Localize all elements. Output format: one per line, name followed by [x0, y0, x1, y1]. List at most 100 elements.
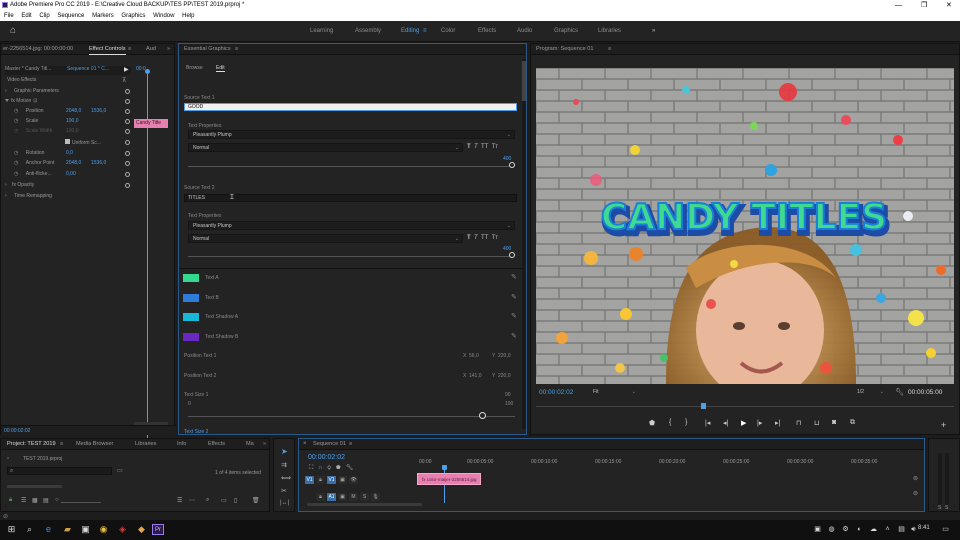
workspace-effects[interactable]: Effects: [478, 28, 496, 34]
color-swatch-text-a[interactable]: [183, 274, 199, 282]
add-marker-icon[interactable]: ⬟: [336, 465, 341, 471]
snap-icon[interactable]: ∩: [318, 465, 322, 471]
new-bin-from-search-icon[interactable]: ▭: [117, 467, 123, 474]
ec-row-scale-width[interactable]: ◷ Scale Width 100,0: [14, 128, 133, 134]
network-icon[interactable]: ▤: [896, 524, 907, 535]
close-icon[interactable]: ×: [303, 439, 307, 450]
add-marker-icon[interactable]: ⬟: [649, 419, 655, 427]
notifications-icon[interactable]: ▭: [940, 524, 951, 535]
tray-chevron-icon[interactable]: ˄: [882, 524, 893, 535]
linked-selection-icon[interactable]: ⚲: [328, 465, 331, 471]
mark-in-icon[interactable]: {: [669, 419, 671, 426]
sequence-tab[interactable]: Sequence 01: [313, 439, 346, 450]
sort-icon[interactable]: ☰: [177, 497, 182, 504]
minimize-icon[interactable]: —: [895, 0, 902, 11]
timeline-clip[interactable]: fx color-maijer-2256514.jpg: [417, 473, 481, 485]
workspace-editing[interactable]: Editing: [401, 28, 419, 34]
store-icon[interactable]: ▣: [80, 524, 91, 535]
sync-lock-icon[interactable]: ▣: [338, 493, 347, 501]
play-icon[interactable]: ▶: [741, 419, 746, 427]
ec-row-motion[interactable]: fx Motion ⊡: [5, 98, 133, 104]
ec-value[interactable]: 0,0: [66, 150, 73, 156]
export-frame-icon[interactable]: ◙: [832, 419, 836, 426]
motion-transform-icon[interactable]: ⊡: [33, 98, 37, 104]
lock-track-icon[interactable]: 🔒︎: [316, 476, 325, 484]
menu-markers[interactable]: Markers: [92, 13, 114, 19]
workspace-assembly[interactable]: Assembly: [355, 28, 381, 34]
ec-row-scale[interactable]: ◷ Scale 100,0: [14, 118, 133, 124]
ec-row-time-remapping[interactable]: › Time Remapping: [5, 193, 133, 199]
icon-view-icon[interactable]: ▦: [32, 497, 38, 504]
timeline-zoom-scrollbar[interactable]: [307, 503, 422, 506]
windows-start-icon[interactable]: ⊞: [6, 524, 17, 535]
effect-controls-tab[interactable]: Effect Controls: [89, 44, 126, 55]
freeform-view-icon[interactable]: ▤: [43, 497, 49, 504]
step-forward-icon[interactable]: |▸: [757, 419, 762, 427]
program-video-frame[interactable]: CANDY TITLES CANDY TITLES: [536, 68, 954, 384]
solo-button[interactable]: S: [360, 493, 369, 501]
mute-button[interactable]: M: [349, 493, 358, 501]
project-scrollbar[interactable]: [7, 485, 62, 488]
ec-row-position[interactable]: ◷ Position 2048,0 1536,0: [14, 108, 133, 114]
tray-icon[interactable]: ☁︎: [868, 524, 879, 535]
meter-solo-right[interactable]: S: [945, 505, 948, 511]
menu-edit[interactable]: Edit: [21, 13, 31, 19]
reset-icon[interactable]: [125, 99, 130, 104]
eg-scrollbar-thumb[interactable]: [522, 61, 526, 101]
italic-button[interactable]: T: [474, 235, 478, 241]
program-timecode[interactable]: 00:00:02:02: [539, 389, 573, 396]
program-playhead[interactable]: [701, 403, 707, 409]
font-dropdown-1[interactable]: Pleasantly Plump ⌄: [188, 130, 515, 139]
text-size-1-value[interactable]: 90: [505, 392, 511, 398]
project-menu-icon[interactable]: ≡: [60, 439, 63, 450]
bold-button[interactable]: T: [467, 144, 471, 150]
stopwatch-icon[interactable]: ◷: [14, 118, 18, 124]
list-view-icon[interactable]: ☰: [21, 497, 26, 504]
app-icon-red[interactable]: ◈: [117, 524, 128, 535]
font-style-dropdown-1[interactable]: Normal ⌄: [188, 143, 463, 152]
ec-value[interactable]: 0,00: [66, 171, 76, 177]
stopwatch-icon[interactable]: ◷: [14, 108, 18, 114]
voice-over-mic-icon[interactable]: 🎙︎: [371, 493, 380, 501]
eyedropper-icon[interactable]: ✎: [511, 313, 517, 320]
new-item-icon[interactable]: ▯: [234, 497, 237, 504]
position-x-value[interactable]: 141,0: [469, 373, 482, 379]
source-tab[interactable]: er-2256514.jpg: 00:00:00:00: [3, 44, 73, 55]
maximize-icon[interactable]: ❐: [921, 0, 927, 11]
step-back-icon[interactable]: ◂|: [723, 419, 728, 427]
program-menu-icon[interactable]: ≡: [608, 44, 611, 55]
color-swatch-text-shadow-a[interactable]: [183, 313, 199, 321]
reset-icon[interactable]: [125, 129, 130, 134]
track-target-a1[interactable]: A1: [327, 493, 336, 501]
ec-section-up-icon[interactable]: ⊼: [122, 77, 126, 84]
position-y-value[interactable]: 220,0: [498, 373, 511, 379]
text-size-1-slider[interactable]: [188, 416, 515, 417]
sync-lock-icon[interactable]: ▣: [338, 476, 347, 484]
eg-menu-icon[interactable]: ≡: [235, 44, 238, 55]
menu-window[interactable]: Window: [153, 13, 174, 19]
resolution-dropdown[interactable]: 1/2 ⌄: [853, 388, 887, 397]
wrench-icon[interactable]: 🔧︎: [895, 388, 904, 396]
new-bin-icon[interactable]: ▭: [221, 497, 227, 504]
position-x-value[interactable]: 56,0: [469, 353, 479, 359]
timeline-menu-icon[interactable]: ≡: [349, 439, 352, 450]
reset-icon[interactable]: [125, 109, 130, 114]
font-size-2-slider[interactable]: [188, 256, 512, 257]
stopwatch-icon[interactable]: ◷: [14, 150, 18, 156]
slip-tool-icon[interactable]: |↔|: [280, 500, 289, 506]
zoom-slider-knob[interactable]: ○: [55, 497, 59, 503]
font-size-1-value[interactable]: 400: [503, 156, 511, 162]
tab-browse[interactable]: Browse: [186, 65, 203, 71]
project-file-name[interactable]: TEST 2019.prproj: [23, 456, 62, 462]
ec-value[interactable]: 2048,0: [66, 108, 81, 114]
toggle-output-eye-icon[interactable]: 👁︎: [349, 476, 358, 484]
lock-icon[interactable]: 🔒︎: [9, 497, 12, 504]
ec-row-anti-flicker[interactable]: ◷ Anti-flicke... 0,00: [14, 171, 133, 177]
trash-icon[interactable]: 🗑︎: [252, 497, 260, 504]
stopwatch-icon[interactable]: ◷: [14, 128, 18, 134]
project-search-input[interactable]: ⌕: [7, 467, 112, 475]
ec-clip-bar[interactable]: Candy Title: [134, 119, 168, 128]
eyedropper-icon[interactable]: ✎: [511, 294, 517, 301]
reset-icon[interactable]: [125, 119, 130, 124]
track-height-handle-icon[interactable]: ⊜: [913, 490, 918, 497]
